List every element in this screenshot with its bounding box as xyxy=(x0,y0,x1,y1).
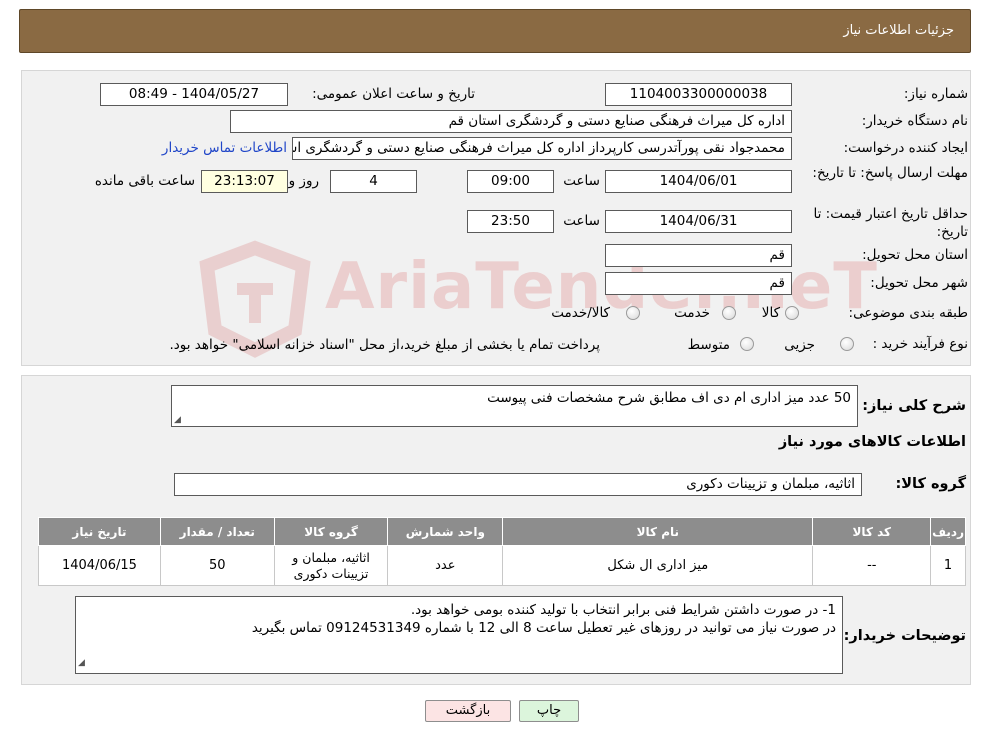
back-button[interactable]: بازگشت xyxy=(425,700,511,722)
days-remaining-field: 4 xyxy=(330,170,417,193)
purchase-small-radio[interactable] xyxy=(840,337,854,351)
resize-handle-icon[interactable]: ◢ xyxy=(78,654,85,672)
col-header-quantity: تعداد / مقدار xyxy=(159,517,275,546)
print-button[interactable]: چاپ xyxy=(519,700,579,722)
col-header-date: تاریخ نیاز xyxy=(38,517,161,546)
category-service-radio[interactable] xyxy=(722,306,736,320)
goods-info-title: اطلاعات کالاهای مورد نیاز xyxy=(778,434,966,450)
summary-label: شرح کلی نیاز: xyxy=(862,398,966,414)
reply-time-label: ساعت xyxy=(563,173,600,189)
reply-date-field: 1404/06/01 xyxy=(605,170,792,193)
buyer-org-field: اداره کل میراث فرهنگی صنایع دستی و گردشگ… xyxy=(230,110,792,133)
delivery-city-label: شهر محل تحویل: xyxy=(870,275,968,291)
requester-field: محمدجواد نقی پورآتدرسی کارپرداز اداره کل… xyxy=(292,137,792,160)
purchase-medium-radio[interactable] xyxy=(740,337,754,351)
validity-time-label: ساعت xyxy=(563,213,600,229)
announce-datetime-label: تاریخ و ساعت اعلان عمومی: xyxy=(312,86,475,102)
category-goods-service-label: کالا/خدمت xyxy=(551,305,610,321)
price-validity-label: حداقل تاریخ اعتبار قیمت: تا تاریخ: xyxy=(813,206,968,240)
category-service-label: خدمت xyxy=(674,305,710,321)
need-number-field: 1104003300000038 xyxy=(605,83,792,106)
summary-text: 50 عدد میز اداری ام دی اف مطابق شرح مشخص… xyxy=(487,390,851,406)
cell-group: اثاثیه، مبلمان و تزیینات دکوری xyxy=(273,545,389,586)
buyer-notes-textarea[interactable]: 1- در صورت داشتن شرایط فنی برابر انتخاب … xyxy=(75,596,843,674)
delivery-province-field: قم xyxy=(605,244,792,267)
announce-datetime-field: 1404/05/27 - 08:49 xyxy=(100,83,288,106)
time-remaining-label: ساعت باقی مانده xyxy=(94,173,195,189)
delivery-province-label: استان محل تحویل: xyxy=(862,247,968,263)
col-header-code: کد کالا xyxy=(812,517,932,546)
table-header-row: ردیف کد کالا نام کالا واحد شمارش گروه کا… xyxy=(38,517,966,546)
category-goods-service-radio[interactable] xyxy=(626,306,640,320)
cell-date: 1404/06/15 xyxy=(38,545,161,586)
summary-textarea[interactable]: 50 عدد میز اداری ام دی اف مطابق شرح مشخص… xyxy=(171,385,858,427)
day-and-label: روز و xyxy=(288,173,319,189)
cell-row-number: 1 xyxy=(930,545,966,586)
purchase-type-label: نوع فرآیند خرید : xyxy=(872,336,968,352)
validity-time-field: 23:50 xyxy=(467,210,554,233)
cell-code: -- xyxy=(812,545,932,586)
col-header-unit: واحد شمارش xyxy=(387,517,504,546)
reply-deadline-label: مهلت ارسال پاسخ: تا تاریخ: xyxy=(812,165,968,181)
items-table: ردیف کد کالا نام کالا واحد شمارش گروه کا… xyxy=(38,517,966,586)
page-header: جزئیات اطلاعات نیاز xyxy=(19,9,971,53)
category-goods-label: کالا xyxy=(761,305,780,321)
buyer-notes-label: توضیحات خریدار: xyxy=(843,628,966,644)
validity-date-field: 1404/06/31 xyxy=(605,210,792,233)
cell-unit: عدد xyxy=(387,545,504,586)
need-number-label: شماره نیاز: xyxy=(903,86,968,102)
cell-name: میز اداری ال شکل xyxy=(502,545,814,586)
purchase-small-label: جزیی xyxy=(784,337,815,353)
goods-group-field: اثاثیه، مبلمان و تزیینات دکوری xyxy=(174,473,862,496)
table-row: 1 -- میز اداری ال شکل عدد اثاثیه، مبلمان… xyxy=(38,545,966,586)
buyer-notes-line-1: 1- در صورت داشتن شرایط فنی برابر انتخاب … xyxy=(410,602,836,618)
treasury-note: پرداخت تمام یا بخشی از مبلغ خرید،از محل … xyxy=(169,337,600,353)
buyer-contact-link[interactable]: اطلاعات تماس خریدار xyxy=(162,140,287,156)
delivery-city-field: قم xyxy=(605,272,792,295)
col-header-row-number: ردیف xyxy=(930,517,966,546)
buyer-org-label: نام دستگاه خریدار: xyxy=(861,113,968,129)
cell-quantity: 50 xyxy=(159,545,275,586)
items-table-wrap: ردیف کد کالا نام کالا واحد شمارش گروه کا… xyxy=(38,517,966,586)
col-header-name: نام کالا xyxy=(502,517,814,546)
buyer-notes-line-2: در صورت نیاز می توانید در روزهای غیر تعط… xyxy=(251,620,836,636)
category-label: طبقه بندی موضوعی: xyxy=(848,305,968,321)
page-title: جزئیات اطلاعات نیاز xyxy=(843,23,954,38)
resize-handle-icon[interactable]: ◢ xyxy=(174,415,181,425)
col-header-group: گروه کالا xyxy=(273,517,389,546)
category-goods-radio[interactable] xyxy=(785,306,799,320)
requester-label: ایجاد کننده درخواست: xyxy=(843,140,968,156)
remaining-time-field: 23:13:07 xyxy=(201,170,288,193)
purchase-medium-label: متوسط xyxy=(687,337,730,353)
goods-group-label: گروه کالا: xyxy=(895,476,966,492)
reply-time-field: 09:00 xyxy=(467,170,554,193)
